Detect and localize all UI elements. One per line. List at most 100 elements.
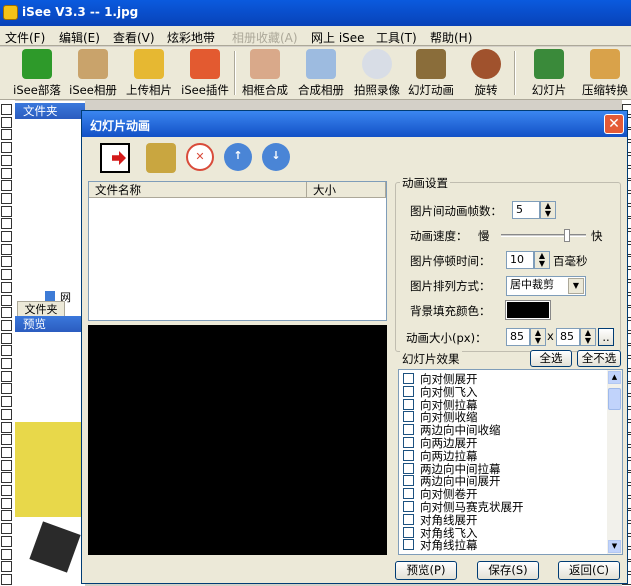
tb-isee-tribe[interactable]: iSee部落 (10, 49, 64, 99)
tb-camera[interactable]: 拍照录像 (350, 49, 404, 99)
item-checkbox[interactable] (1, 383, 12, 395)
effect-checkbox[interactable] (403, 475, 414, 487)
item-checkbox[interactable] (1, 421, 12, 433)
effect-checkbox[interactable] (403, 539, 414, 551)
item-checkbox[interactable] (1, 142, 12, 154)
effect-checkbox[interactable] (403, 449, 414, 461)
close-icon[interactable]: ✕ (604, 114, 624, 134)
frames-input[interactable]: 5 (512, 201, 540, 219)
save-button[interactable]: 保存(S) (477, 561, 539, 580)
effect-checkbox[interactable] (403, 501, 414, 512)
effect-checkbox[interactable] (403, 526, 414, 538)
item-checkbox[interactable] (1, 535, 12, 547)
tb-isee-album[interactable]: iSee相册 (66, 49, 120, 99)
pause-input[interactable]: 10 (506, 251, 534, 269)
item-checkbox[interactable] (1, 154, 12, 166)
tb-upload[interactable]: 上传相片 (122, 49, 176, 99)
back-button[interactable]: 返回(C) (558, 561, 620, 580)
item-checkbox[interactable] (1, 573, 12, 585)
item-checkbox[interactable] (1, 332, 12, 344)
effect-checkbox[interactable] (403, 513, 414, 525)
item-checkbox[interactable] (1, 294, 12, 306)
item-checkbox[interactable] (1, 129, 12, 141)
item-checkbox[interactable] (1, 218, 12, 230)
menu-online[interactable]: 网上 iSee (311, 29, 365, 46)
menu-album[interactable]: 相册收藏(A) (232, 29, 298, 46)
exit-icon[interactable] (100, 143, 130, 173)
move-up-icon[interactable]: ↑ (224, 143, 252, 171)
item-checkbox[interactable] (1, 205, 12, 217)
tb-slideshow-anim[interactable]: 幻灯动画 (404, 49, 458, 99)
size-more-button[interactable]: .. (598, 328, 614, 346)
effect-checkbox[interactable] (403, 424, 414, 436)
speed-slider[interactable] (501, 229, 586, 242)
scroll-down-icon[interactable]: ▼ (608, 540, 621, 553)
select-none-button[interactable]: 全不选 (577, 350, 621, 367)
item-checkbox[interactable] (1, 459, 12, 471)
menu-tools[interactable]: 工具(T) (376, 29, 417, 46)
col-filename[interactable]: 文件名称 (89, 182, 307, 198)
menu-file[interactable]: 文件(F) (5, 29, 45, 46)
item-checkbox[interactable] (1, 345, 12, 357)
tb-compose-album[interactable]: 合成相册 (294, 49, 348, 99)
height-spinner[interactable]: ▲ ▼ (580, 328, 596, 346)
item-checkbox[interactable] (1, 510, 12, 522)
item-checkbox[interactable] (1, 180, 12, 192)
effect-checkbox[interactable] (403, 398, 414, 410)
item-checkbox[interactable] (1, 281, 12, 293)
item-checkbox[interactable] (1, 192, 12, 204)
col-size[interactable]: 大小 (307, 182, 386, 198)
select-all-button[interactable]: 全选 (530, 350, 572, 367)
tb-rotate[interactable]: 旋转 (462, 49, 510, 99)
tb-plugin[interactable]: iSee插件 (178, 49, 232, 99)
menu-edit[interactable]: 编辑(E) (59, 29, 100, 46)
item-checkbox[interactable] (1, 116, 12, 128)
item-checkbox[interactable] (1, 548, 12, 560)
tb-compress[interactable]: 压缩转换 (578, 49, 631, 99)
effect-checkbox[interactable] (403, 488, 414, 500)
scroll-up-icon[interactable]: ▲ (608, 371, 621, 384)
item-checkbox[interactable] (1, 396, 12, 408)
item-checkbox[interactable] (1, 370, 12, 382)
effect-checkbox[interactable] (403, 385, 414, 397)
item-checkbox[interactable] (1, 472, 12, 484)
item-checkbox[interactable] (1, 167, 12, 179)
file-list[interactable]: 文件名称 大小 (88, 181, 387, 321)
item-checkbox[interactable] (1, 231, 12, 242)
height-input[interactable]: 85 (556, 328, 580, 346)
frames-spinner[interactable]: ▲ ▼ (540, 201, 556, 219)
menu-view[interactable]: 查看(V) (113, 29, 155, 46)
item-checkbox[interactable] (1, 307, 12, 319)
width-spinner[interactable]: ▲ ▼ (530, 328, 546, 346)
preview-button[interactable]: 预览(P) (395, 561, 457, 580)
menu-help[interactable]: 帮助(H) (430, 29, 472, 46)
item-checkbox[interactable] (1, 523, 12, 535)
pause-spinner[interactable]: ▲ ▼ (534, 251, 550, 269)
delete-icon[interactable]: ✕ (186, 143, 214, 171)
scroll-thumb[interactable] (608, 388, 621, 410)
item-checkbox[interactable] (1, 243, 12, 255)
effect-checkbox[interactable] (403, 411, 414, 423)
item-checkbox[interactable] (1, 358, 12, 369)
effect-checkbox[interactable] (403, 462, 414, 474)
item-checkbox[interactable] (1, 104, 12, 115)
speed-slider-thumb[interactable] (564, 229, 571, 242)
item-checkbox[interactable] (1, 434, 12, 446)
effects-list[interactable]: 向对侧展开 向对侧飞入 向对侧拉幕 向对侧收缩 两边向中间收缩 向两边展开 向两边拉幕 两边向… (398, 369, 623, 555)
item-checkbox[interactable] (1, 408, 12, 420)
item-checkbox[interactable] (1, 485, 12, 496)
tb-frame-compose[interactable]: 相框合成 (238, 49, 292, 99)
effect-item[interactable]: 对角线拉幕 (403, 539, 478, 552)
move-down-icon[interactable]: ↓ (262, 143, 290, 171)
menu-color-zone[interactable]: 炫彩地带 (167, 29, 215, 46)
add-images-icon[interactable] (146, 143, 176, 173)
effect-checkbox[interactable] (403, 437, 414, 448)
item-checkbox[interactable] (1, 319, 12, 331)
item-checkbox[interactable] (1, 561, 12, 573)
effects-scrollbar[interactable]: ▲ ▼ (607, 370, 622, 554)
effect-checkbox[interactable] (403, 373, 414, 384)
bg-color-swatch[interactable] (505, 300, 551, 320)
item-checkbox[interactable] (1, 497, 12, 509)
item-checkbox[interactable] (1, 256, 12, 268)
tb-slides[interactable]: 幻灯片 (522, 49, 576, 99)
